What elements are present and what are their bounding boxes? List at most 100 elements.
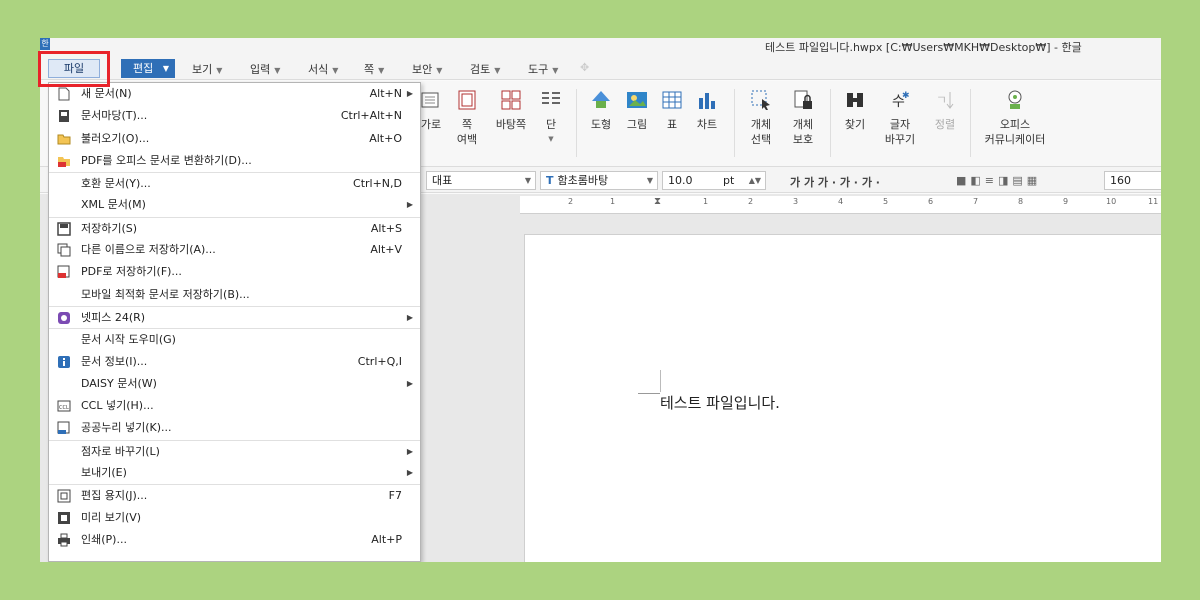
file-menu-item-braille[interactable]: 점자로 바꾸기(L) ▶ <box>49 439 420 462</box>
menu-insert[interactable]: 입력 ▼ <box>250 61 280 77</box>
printer-icon <box>58 533 70 547</box>
ruler-number: 1 <box>703 197 709 206</box>
menu-tools[interactable]: 도구 ▼ <box>528 61 558 77</box>
file-menu-item-ccl[interactable]: CCL CCL 넣기(H)... <box>49 395 420 417</box>
pin-icon[interactable]: ✥ <box>580 61 589 74</box>
sort-icon: ㄱ <box>936 92 954 109</box>
file-menu-item-netffice[interactable]: 넷피스 24(R) ▶ <box>49 305 420 328</box>
menu-item-label: 미리 보기(V) <box>81 510 142 524</box>
file-menu-item-preview[interactable]: 미리 보기(V) <box>49 507 420 529</box>
file-menu-item-save[interactable]: 저장하기(S) Alt+S <box>49 216 420 239</box>
file-menu-item-pdf-convert[interactable]: PDF를 오피스 문서로 변환하기(D)... <box>49 150 420 172</box>
file-menu-item-save-pdf[interactable]: PDF로 저장하기(F)... <box>49 261 420 283</box>
file-menu-item-open[interactable]: 불러오기(O)... Alt+O <box>49 128 420 150</box>
file-menu-item-new[interactable]: 새 문서(N) Alt+N ▶ <box>49 83 420 105</box>
save-as-icon <box>57 243 71 257</box>
ribbon-master-page-button[interactable]: 바탕쪽 <box>492 89 530 132</box>
file-menu-item-daisy[interactable]: DAISY 문서(W) ▶ <box>49 373 420 395</box>
menu-page[interactable]: 쪽 ▼ <box>364 61 384 77</box>
menu-bar: 파일 편집 ▼ 보기 ▼ 입력 ▼ 서식 ▼ 쪽 ▼ 보안 ▼ 검토 ▼ 도구 ▼ ✥ <box>40 56 1161 80</box>
menu-item-shortcut: Ctrl+N,D <box>353 177 402 191</box>
ribbon-protect-object-button[interactable]: 개체 보호 <box>788 89 818 147</box>
file-menu-item-page-setup[interactable]: 편집 용지(J)... F7 <box>49 484 420 506</box>
ribbon-margin-label: 쪽 <box>461 118 473 131</box>
ribbon-chart-label: 차트 <box>696 118 718 131</box>
pdf-convert-icon <box>58 156 70 167</box>
file-menu-item-public-license[interactable]: 공공누리 넣기(K)... <box>49 417 420 439</box>
ribbon-column-button[interactable]: 단 ▼ <box>540 89 562 147</box>
font-select[interactable]: T 함초롬바탕 ▼ <box>540 171 658 190</box>
ribbon-margin-button[interactable]: 쪽 여백 <box>454 89 480 147</box>
text-format-buttons[interactable]: 가 가 가 · 가 · 가 · <box>790 174 880 190</box>
style-select[interactable]: 대표 ▼ <box>426 171 536 190</box>
ribbon-office-label2: 커뮤니케이터 <box>984 133 1046 146</box>
file-menu-item-send[interactable]: 보내기(E) ▶ <box>49 462 420 484</box>
ccl-icon: CCL <box>57 400 71 412</box>
line-spacing-input[interactable]: 160 <box>1104 171 1161 190</box>
menu-item-label: 넷피스 24(R) <box>81 310 146 324</box>
file-menu-item-save-as[interactable]: 다른 이름으로 저장하기(A)... Alt+V <box>49 239 420 261</box>
shape-icon <box>592 91 610 108</box>
indent-marker-icon[interactable]: ⧗ <box>654 196 661 207</box>
ribbon-replace-label2: 바꾸기 <box>884 133 916 146</box>
file-menu-dropdown: 새 문서(N) Alt+N ▶ 문서마당(T)... Ctrl+Alt+N 불러… <box>48 82 421 562</box>
ruler-number: 9 <box>1063 197 1069 206</box>
file-menu-item-doc-info[interactable]: 문서 정보(I)... Ctrl+Q,I <box>49 351 420 373</box>
file-menu-item-save-mobile[interactable]: 모바일 최적화 문서로 저장하기(B)... <box>49 284 420 306</box>
menu-item-label: 모바일 최적화 문서로 저장하기(B)... <box>81 287 250 301</box>
hangul-app-icon: 한 <box>40 38 50 50</box>
ribbon-find-button[interactable]: 찾기 <box>842 89 868 132</box>
menu-review[interactable]: 검토 ▼ <box>470 61 500 77</box>
ribbon-office-communicator-button[interactable]: 오피스 커뮤니케이터 <box>982 89 1048 147</box>
menu-item-label: 새 문서(N) <box>81 87 132 100</box>
chevron-down-icon: ▼ <box>494 66 501 75</box>
page-margin-icon <box>458 90 476 110</box>
ribbon-landscape-button[interactable]: 가로 <box>420 89 442 132</box>
menu-security[interactable]: 보안 ▼ <box>412 61 442 77</box>
document-page[interactable]: 테스트 파일입니다. <box>524 234 1161 562</box>
menu-page-label: 쪽 <box>364 63 375 76</box>
ribbon-margin-label2: 여백 <box>456 133 478 146</box>
chevron-down-icon: ▼ <box>332 66 339 75</box>
menu-edit[interactable]: 편집 ▼ <box>121 59 175 78</box>
menu-item-label: 보내기(E) <box>81 466 127 480</box>
menu-view[interactable]: 보기 ▼ <box>192 61 222 77</box>
paragraph-align-icons[interactable]: ■◧≡◨▤▦ <box>956 174 1041 187</box>
font-type-icon: T <box>546 174 554 187</box>
menu-security-label: 보안 <box>412 63 433 76</box>
file-menu-item-compat[interactable]: 호환 문서(Y)... Ctrl+N,D <box>49 172 420 194</box>
menu-file[interactable]: 파일 <box>48 59 100 78</box>
document-body-text[interactable]: 테스트 파일입니다. <box>660 392 780 413</box>
select-object-icon <box>751 90 770 110</box>
ribbon-select-object-button[interactable]: 개체 선택 <box>746 89 776 147</box>
ribbon-divider <box>970 89 971 157</box>
font-select-value: 함초롬바탕 <box>557 174 609 187</box>
file-menu-item-start-helper[interactable]: 문서 시작 도우미(G) <box>49 328 420 350</box>
table-icon <box>662 91 682 109</box>
ribbon-shape-button[interactable]: 도형 <box>588 89 614 132</box>
font-size-input[interactable]: 10.0 pt ▲▼ <box>662 171 766 190</box>
file-menu-item-print[interactable]: 인쇄(P)... Alt+P <box>49 529 420 551</box>
lock-icon <box>794 90 812 109</box>
ruler-number: 2 <box>748 197 754 206</box>
svg-text:ㄱ: ㄱ <box>936 93 947 107</box>
ruler-number: 3 <box>793 197 799 206</box>
ribbon-chart-button[interactable]: 차트 <box>694 89 720 132</box>
ribbon-sort-label: 정렬 <box>934 118 956 131</box>
menu-item-label: 불러오기(O)... <box>81 131 150 145</box>
ribbon-divider <box>830 89 831 157</box>
menu-item-label: 인쇄(P)... <box>81 532 127 546</box>
menu-item-shortcut: Ctrl+Alt+N <box>340 109 402 123</box>
ribbon-sort-button[interactable]: ㄱ 정렬 <box>932 89 958 132</box>
file-menu-item-xml[interactable]: XML 문서(M) ▶ <box>49 194 420 216</box>
ribbon-replace-button[interactable]: 수 ✱ 글자 바꾸기 <box>880 89 920 147</box>
menu-format[interactable]: 서식 ▼ <box>308 61 338 77</box>
menu-tools-label: 도구 <box>528 63 549 76</box>
menu-item-label: 다른 이름으로 저장하기(A)... <box>81 243 216 257</box>
chevron-down-icon: ▼ <box>162 64 169 73</box>
menu-item-shortcut: Alt+N <box>369 87 402 100</box>
ribbon-image-button[interactable]: 그림 <box>624 89 650 132</box>
horizontal-ruler[interactable]: 2 1 1 2 3 4 5 6 7 8 9 10 11 ⧗ <box>520 196 1161 214</box>
file-menu-item-template[interactable]: 문서마당(T)... Ctrl+Alt+N <box>49 105 420 127</box>
ribbon-table-button[interactable]: 표 <box>660 89 684 132</box>
